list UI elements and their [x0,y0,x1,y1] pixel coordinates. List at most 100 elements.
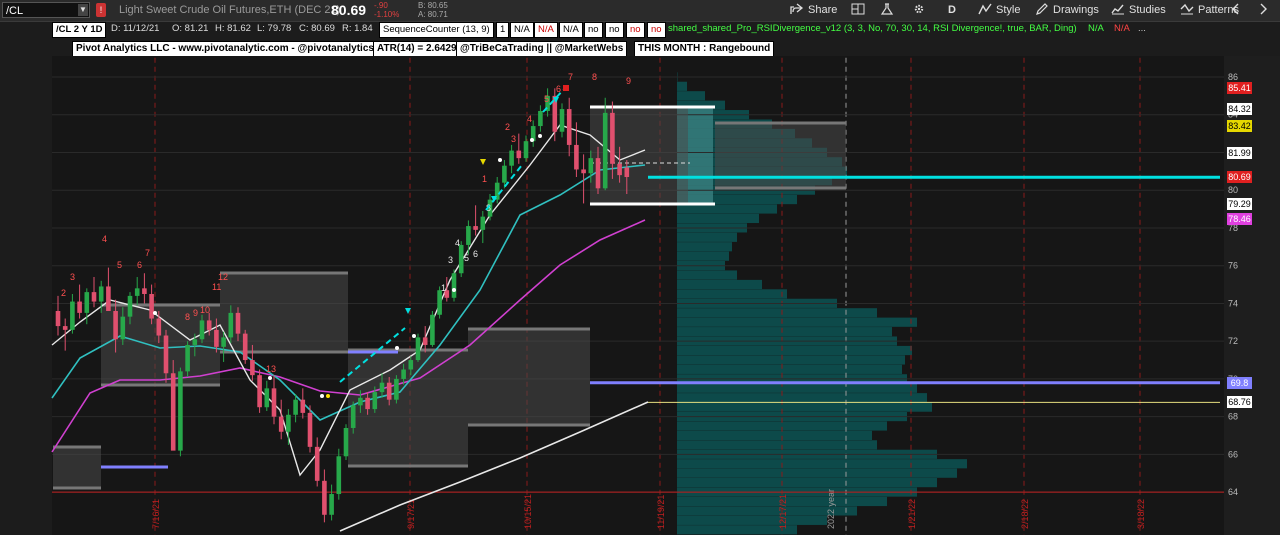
candle-body [336,456,342,495]
studies-button[interactable]: Studies [1111,2,1166,19]
volume-profile-bar-14 [677,204,777,214]
candle-body [149,294,154,319]
share-button[interactable]: Share [790,2,837,19]
candle-body [264,388,270,408]
candle-body [437,290,442,315]
candle-body [379,382,385,393]
candle-body [300,399,306,413]
signal-dot [412,334,416,338]
candle-body [257,375,262,408]
candle-body [106,286,111,311]
chevron-right-icon [1260,3,1267,15]
studies-label: Studies [1129,4,1166,16]
seq-white-3: 6 [473,249,478,259]
sequence-counter-chip[interactable]: SequenceCounter (13, 9) [379,22,494,38]
candle-body [307,412,313,447]
chevron-left-icon [1232,3,1239,15]
symbol-input[interactable]: /CL ▼ [2,2,90,18]
atr-label: ATR(14) = 2.6429 [373,41,461,57]
seq-count-2: 2 [505,122,510,132]
date-label: 7/16/21 [151,499,161,529]
seq-red-3: 3 [70,272,75,282]
price-tick-80: 80 [1228,185,1238,195]
period-chip[interactable]: /CL 2 Y 1D [52,22,107,38]
pct-change-value: -1.10% [374,10,400,19]
seq-red-8: 8 [185,312,190,322]
last-price: 80.69 [331,2,367,18]
seq-red-4: 4 [102,234,107,244]
chevron-left-button[interactable] [1229,2,1247,19]
seq-no-1: no [584,22,603,38]
candle-body [401,369,406,379]
price-marker-83.42: 83.42 [1227,119,1252,132]
volume-profile-bar-27 [677,327,892,337]
instrument-description: Light Sweet Crude Oil Futures,ETH (DEC 2… [119,4,341,16]
signal-dot [268,376,272,380]
flask-button[interactable] [880,2,898,19]
bid-ask: B: 80.65 A: 80.71 [418,1,448,19]
volume-profile-bar-47 [677,515,827,525]
settings-button[interactable] [912,2,930,19]
style-button[interactable]: Style [978,2,1020,19]
price-tick-72: 72 [1228,336,1238,346]
date-label: 11/19/21 [656,495,666,529]
chevron-down-icon[interactable]: ▼ [78,4,88,16]
candle-body [588,158,594,174]
seq-red-13: 13 [266,364,276,374]
price-marker-69.8: 69.8 [1227,376,1252,389]
range-box-4 [468,329,590,425]
price-chart[interactable]: 7/16/21 9/17/21 10/15/21 11/19/21 12/17/21 20… [0,56,1280,535]
candle-body [235,312,241,334]
candle-body [271,388,277,417]
more-ellipsis[interactable]: ... [1138,22,1146,36]
volume-profile-bar-31 [677,364,902,374]
candle-body [422,337,428,345]
candle-body [343,427,349,457]
alert-badge[interactable]: ! [96,3,106,17]
candle-body [350,405,356,428]
date-label: 12/17/21 [778,494,788,529]
candle-body [566,109,572,145]
signal-dot [326,394,330,398]
seq-red-7: 7 [145,248,150,258]
drawings-button[interactable]: Drawings [1035,2,1099,19]
candle-body [55,310,61,327]
date-label: 2022 year [826,489,836,529]
volume-profile-bar-1 [677,81,687,91]
volume-profile-bar-34 [677,393,927,403]
candle-body [250,360,255,376]
volume-profile-bar-21 [677,270,737,280]
signal-dot [498,158,502,162]
candle-body [214,329,219,347]
volume-profile-bar-39 [677,440,877,450]
price-marker-85.41: 85.41 [1227,82,1252,95]
style-label: Style [996,4,1021,16]
candle-body [314,446,320,481]
layout-button[interactable] [851,2,869,19]
candle-body [84,292,90,313]
candle-body [178,371,183,451]
grid-icon [851,3,865,15]
bid-value: B: 80.65 [418,1,448,10]
chevron-right-button[interactable] [1256,2,1274,19]
date-label: 2/18/22 [1020,499,1030,529]
seq-count-3: 3 [511,134,516,144]
candle-body [581,169,586,174]
range-box-0 [53,447,101,488]
volume-profile-bar-25 [677,308,877,318]
candle-body [322,480,327,515]
month-label: THIS MONTH : Rangebound [634,41,775,57]
period-button[interactable]: D [948,2,956,19]
seq-red-2: 2 [61,288,66,298]
share-label: Share [808,4,838,16]
candle-body [91,292,97,302]
rsi-study-label[interactable]: shared_shared_Pro_RSIDivergence_v12 (3, … [668,22,1077,36]
rsi-na-2: N/A [1114,23,1130,34]
candle-body [538,110,543,127]
price-marker-78.46: 78.46 [1227,213,1252,226]
candle-body [134,288,140,296]
candle-body [473,226,478,230]
candle-body [516,150,522,159]
signal-dot [452,288,456,292]
seq-count-9: 9 [626,76,631,86]
